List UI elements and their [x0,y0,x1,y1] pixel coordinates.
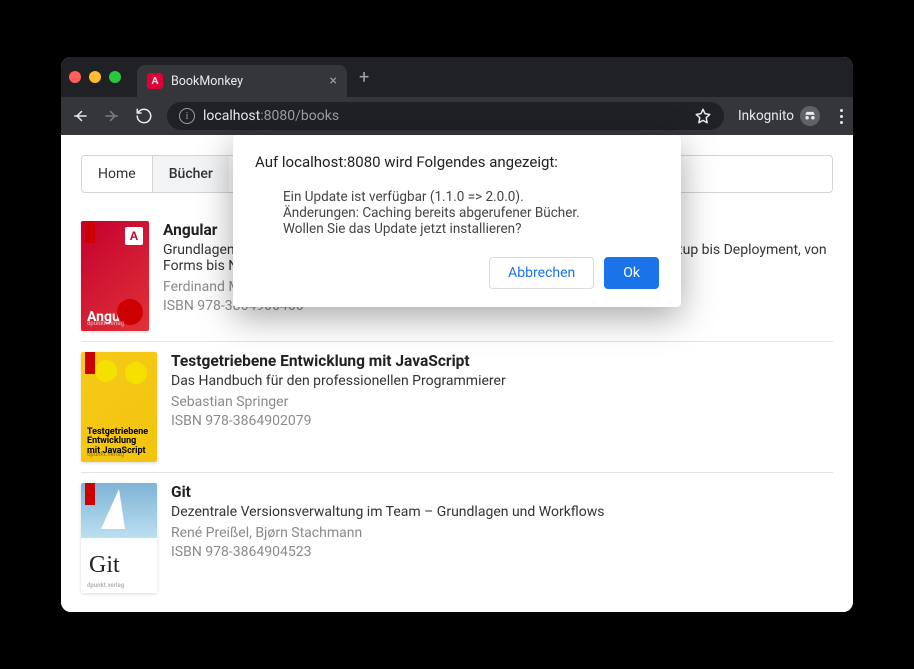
minimize-window-button[interactable] [89,71,101,83]
browser-toolbar: i localhost:8080/books Inkognito [61,97,853,135]
nav-books[interactable]: Bücher [153,156,229,192]
browser-menu-button[interactable] [840,109,843,124]
maximize-window-button[interactable] [109,71,121,83]
browser-tab[interactable]: A BookMonkey × [137,65,347,97]
url-text: localhost:8080/books [203,108,339,124]
incognito-label: Inkognito [738,108,794,124]
javascript-dialog: Auf localhost:8080 wird Folgendes angeze… [233,135,681,307]
book-isbn: ISBN 978-3864902079 [171,412,506,431]
list-item[interactable]: Testgetriebene Entwicklung mit JavaScrip… [81,341,833,472]
book-authors: René Preißel, Bjørn Stachmann [171,524,604,543]
url-host: localhost [203,108,260,124]
book-thumbnail: Testgetriebene Entwicklung mit JavaScrip… [81,352,157,462]
tab-title: BookMonkey [171,74,322,89]
book-thumbnail: Git dpunkt.verlag [81,483,157,593]
list-item[interactable]: Git dpunkt.verlag Git Dezentrale Version… [81,472,833,603]
ok-button[interactable]: Ok [604,257,659,289]
dialog-title: Auf localhost:8080 wird Folgendes angeze… [255,153,659,171]
url-port: :8080 [260,108,295,124]
address-bar[interactable]: i localhost:8080/books [167,102,724,130]
book-meta: Testgetriebene Entwicklung mit JavaScrip… [171,352,506,462]
nav-home[interactable]: Home [82,156,153,192]
book-isbn: ISBN 978-3864904523 [171,543,604,562]
url-path: /books [295,108,339,124]
dialog-message: Ein Update ist verfügbar (1.1.0 => 2.0.0… [283,189,659,237]
back-button[interactable] [71,107,89,125]
book-subtitle: Dezentrale Versionsverwaltung im Team – … [171,504,604,520]
close-window-button[interactable] [69,71,81,83]
site-info-icon[interactable]: i [179,108,195,124]
close-tab-button[interactable]: × [330,73,337,89]
book-title: Git [171,483,604,501]
book-thumbnail: Angular dpunkt.verlag [81,221,149,331]
angular-favicon-icon: A [147,73,163,89]
forward-button[interactable] [103,107,121,125]
thumb-label: Git [89,552,120,579]
book-subtitle: Das Handbuch für den professionellen Pro… [171,373,506,389]
bookmark-star-icon[interactable] [694,107,712,125]
book-meta: Git Dezentrale Versionsverwaltung im Tea… [171,483,604,593]
window-controls [69,71,121,83]
reload-button[interactable] [135,107,153,125]
book-title: Testgetriebene Entwicklung mit JavaScrip… [171,352,506,370]
book-authors: Sebastian Springer [171,393,506,412]
cancel-button[interactable]: Abbrechen [489,257,594,289]
browser-window: A BookMonkey × + i localhost:8080/books … [61,57,853,612]
incognito-indicator[interactable]: Inkognito [738,106,820,126]
dialog-actions: Abbrechen Ok [255,257,659,289]
incognito-icon [800,106,820,126]
new-tab-button[interactable]: + [359,67,369,88]
tab-strip: A BookMonkey × + [61,57,853,97]
